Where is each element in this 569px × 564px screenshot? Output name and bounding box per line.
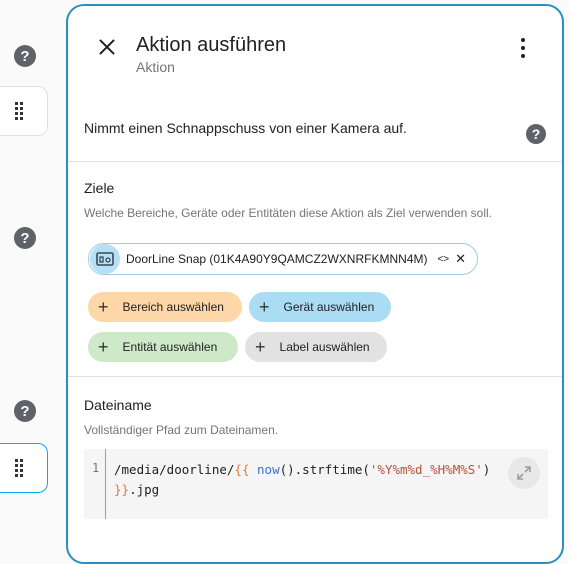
editor-gutter: 1 xyxy=(84,449,106,519)
dialog-title: Aktion ausführen xyxy=(136,34,287,56)
remove-chip-icon[interactable]: ✕ xyxy=(455,251,466,267)
line-number: 1 xyxy=(92,461,100,475)
help-icon[interactable]: ? xyxy=(14,45,36,67)
more-vert-icon[interactable] xyxy=(520,38,526,58)
dialog-subtitle: Aktion xyxy=(136,59,175,75)
dialog-header: Aktion ausführen Aktion xyxy=(68,6,562,106)
help-icon[interactable]: ? xyxy=(14,400,36,422)
doorbell-camera-icon xyxy=(90,244,120,274)
targets-title: Ziele xyxy=(84,180,115,196)
help-icon[interactable]: ? xyxy=(14,227,36,249)
plus-icon: + xyxy=(259,297,270,317)
targets-section: Ziele Welche Bereiche, Geräte oder Entit… xyxy=(68,162,562,377)
code-content[interactable]: /media/doorline/{{ now().strftime('%Y%m%… xyxy=(114,460,514,500)
entity-chip-label: DoorLine Snap (01K4A90Y9QAMCZ2WXNRFKMNN4… xyxy=(126,252,428,266)
fullscreen-icon[interactable] xyxy=(508,457,540,489)
add-entity-button[interactable]: + Entität auswählen xyxy=(88,332,238,362)
plus-icon: + xyxy=(255,337,266,357)
help-icon[interactable]: ? xyxy=(526,124,546,144)
close-icon[interactable] xyxy=(96,36,118,58)
plus-icon: + xyxy=(98,297,109,317)
drag-handle-icon[interactable] xyxy=(15,459,23,477)
action-dialog: Aktion ausführen Aktion Nimmt einen Schn… xyxy=(66,4,564,564)
filename-subtitle: Vollständiger Pfad zum Dateinamen. xyxy=(84,423,279,437)
action-description: Nimmt einen Schnappschuss von einer Kame… xyxy=(84,120,407,136)
description-row: Nimmt einen Schnappschuss von einer Kame… xyxy=(68,106,562,162)
action-row-card-active[interactable] xyxy=(0,443,48,493)
add-device-button[interactable]: + Gerät auswählen xyxy=(249,292,391,322)
action-row-card[interactable] xyxy=(0,86,48,136)
filename-section: Dateiname Vollständiger Pfad zum Dateina… xyxy=(68,377,562,557)
plus-icon: + xyxy=(98,337,109,357)
targets-subtitle: Welche Bereiche, Geräte oder Entitäten d… xyxy=(84,206,492,220)
drag-handle-icon[interactable] xyxy=(15,102,23,120)
selected-entity-chip[interactable]: DoorLine Snap (01K4A90Y9QAMCZ2WXNRFKMNN4… xyxy=(88,243,478,275)
code-expand-icon[interactable]: <> xyxy=(437,254,449,265)
add-label-button[interactable]: + Label auswählen xyxy=(245,332,387,362)
add-area-button[interactable]: + Bereich auswählen xyxy=(88,292,242,322)
filename-title: Dateiname xyxy=(84,397,152,413)
code-editor[interactable]: 1 /media/doorline/{{ now().strftime('%Y%… xyxy=(84,449,548,519)
